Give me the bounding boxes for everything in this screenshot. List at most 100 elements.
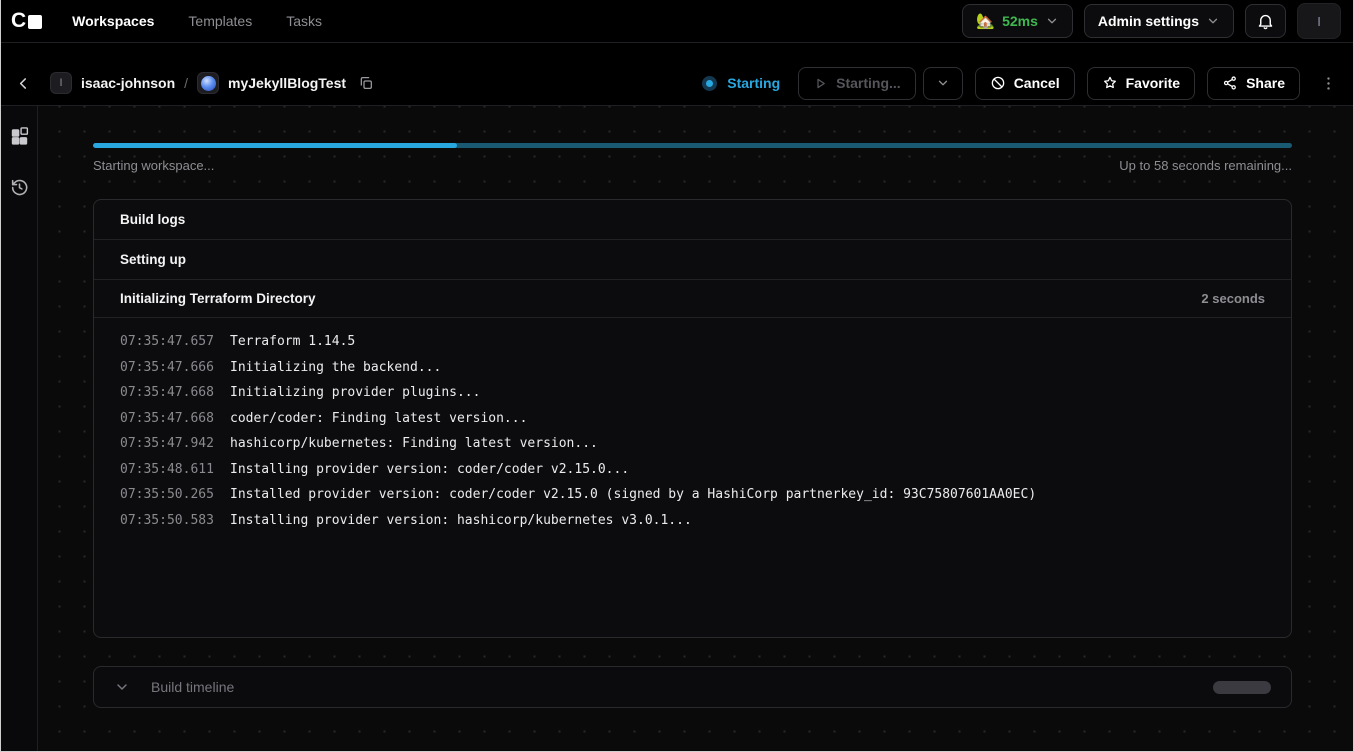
build-logs-title: Build logs xyxy=(120,212,185,227)
progress-fill xyxy=(93,143,457,148)
start-button-group: Starting... xyxy=(798,67,963,100)
log-message: hashicorp/kubernetes: Finding latest ver… xyxy=(230,431,598,457)
coder-logo-mark-icon xyxy=(28,15,42,29)
log-section-title: Initializing Terraform Directory xyxy=(120,291,316,306)
log-timestamp: 07:35:50.265 xyxy=(120,482,230,508)
log-lines: 07:35:47.657Terraform 1.14.507:35:47.666… xyxy=(94,318,1291,637)
back-button[interactable] xyxy=(11,71,36,96)
log-timestamp: 07:35:47.666 xyxy=(120,355,230,381)
workspace-sidebar xyxy=(1,106,38,751)
log-message: Terraform 1.14.5 xyxy=(230,329,355,355)
latency-region-button[interactable]: 🏡 52ms xyxy=(962,4,1073,38)
owner-avatar-initial: I xyxy=(59,77,62,89)
progress-labels: Starting workspace... Up to 58 seconds r… xyxy=(93,158,1292,173)
latency-value: 52ms xyxy=(1002,13,1038,29)
timeline-loading-skeleton xyxy=(1213,681,1271,694)
log-timestamp: 07:35:47.668 xyxy=(120,406,230,432)
user-avatar-initial: I xyxy=(1317,14,1321,29)
chevron-down-icon xyxy=(936,76,950,90)
log-line: 07:35:48.611Installing provider version:… xyxy=(120,457,1265,483)
nav-tasks[interactable]: Tasks xyxy=(286,13,322,29)
nav-workspaces[interactable]: Workspaces xyxy=(72,13,154,29)
history-clock-icon xyxy=(9,177,30,198)
log-line: 07:35:47.942hashicorp/kubernetes: Findin… xyxy=(120,431,1265,457)
build-progress-bar xyxy=(93,143,1292,148)
progress-remaining-text: Up to 58 seconds remaining... xyxy=(1119,158,1292,173)
play-icon xyxy=(813,76,828,91)
build-timeline-toggle[interactable]: Build timeline xyxy=(93,666,1292,708)
coder-app-window: C Workspaces Templates Tasks 🏡 52ms Admi… xyxy=(0,0,1354,752)
owner-avatar: I xyxy=(50,72,72,94)
build-timeline-label: Build timeline xyxy=(151,679,234,695)
topbar-right: 🏡 52ms Admin settings I xyxy=(962,3,1341,39)
build-stage-row: Setting up xyxy=(94,240,1291,280)
log-timestamp: 07:35:50.583 xyxy=(120,508,230,534)
breadcrumb-owner[interactable]: isaac-johnson xyxy=(81,75,175,91)
log-timestamp: 07:35:48.611 xyxy=(120,457,230,483)
start-button-label: Starting... xyxy=(836,75,901,91)
primary-nav: Workspaces Templates Tasks xyxy=(72,13,322,29)
log-message: Initializing the backend... xyxy=(230,355,441,381)
bell-icon xyxy=(1256,12,1275,31)
status-dot-icon xyxy=(702,76,717,91)
chevron-down-icon xyxy=(1045,14,1059,28)
cancel-button[interactable]: Cancel xyxy=(975,67,1075,100)
share-button-label: Share xyxy=(1246,75,1285,91)
share-nodes-icon xyxy=(1222,75,1238,91)
log-timestamp: 07:35:47.942 xyxy=(120,431,230,457)
workspace-header-left: I isaac-johnson / myJekyllBlogTest xyxy=(11,71,376,96)
resources-tab-button[interactable] xyxy=(7,124,32,149)
history-tab-button[interactable] xyxy=(7,175,32,200)
log-message: Installing provider version: coder/coder… xyxy=(230,457,629,483)
share-button[interactable]: Share xyxy=(1207,67,1300,100)
region-house-emoji-icon: 🏡 xyxy=(976,12,995,30)
copy-workspace-name-button[interactable] xyxy=(356,73,376,93)
log-line: 07:35:47.668Initializing provider plugin… xyxy=(120,380,1265,406)
workspace-status-badge: Starting xyxy=(702,75,780,91)
favorite-button[interactable]: Favorite xyxy=(1087,67,1195,100)
more-options-button[interactable] xyxy=(1318,71,1339,96)
notifications-button[interactable] xyxy=(1245,4,1286,38)
log-section-duration: 2 seconds xyxy=(1201,291,1265,306)
build-logs-header: Build logs xyxy=(94,200,1291,240)
progress-status-text: Starting workspace... xyxy=(93,158,214,173)
log-line: 07:35:47.666Initializing the backend... xyxy=(120,355,1265,381)
breadcrumb-separator: / xyxy=(184,75,188,91)
log-timestamp: 07:35:47.668 xyxy=(120,380,230,406)
status-label: Starting xyxy=(727,75,780,91)
favorite-button-label: Favorite xyxy=(1126,75,1180,91)
ban-icon xyxy=(990,75,1006,91)
start-button[interactable]: Starting... xyxy=(798,67,916,100)
chevron-down-icon xyxy=(1206,14,1220,28)
chevron-left-icon xyxy=(15,75,32,92)
log-line: 07:35:50.583Installing provider version:… xyxy=(120,508,1265,534)
coder-logo[interactable]: C xyxy=(11,9,42,33)
chevron-down-icon xyxy=(114,679,130,695)
top-navbar: C Workspaces Templates Tasks 🏡 52ms Admi… xyxy=(1,0,1353,43)
blocks-grid-icon xyxy=(9,126,30,147)
admin-settings-button[interactable]: Admin settings xyxy=(1084,4,1234,38)
build-stage-label: Setting up xyxy=(120,252,186,267)
user-avatar-button[interactable]: I xyxy=(1297,3,1341,39)
start-options-button[interactable] xyxy=(923,67,963,100)
build-logs-panel: Build logs Setting up Initializing Terra… xyxy=(93,199,1292,638)
log-line: 07:35:47.668coder/coder: Finding latest … xyxy=(120,406,1265,432)
log-line: 07:35:50.265Installed provider version: … xyxy=(120,482,1265,508)
workspace-header-bar: I isaac-johnson / myJekyllBlogTest Start… xyxy=(1,43,1353,106)
nav-templates[interactable]: Templates xyxy=(188,13,252,29)
log-message: Installed provider version: coder/coder … xyxy=(230,482,1036,508)
log-message: Initializing provider plugins... xyxy=(230,380,480,406)
coder-logo-text: C xyxy=(11,9,25,33)
log-message: Installing provider version: hashicorp/k… xyxy=(230,508,692,534)
topbar-left: C Workspaces Templates Tasks xyxy=(11,9,322,33)
main-area: Starting workspace... Up to 58 seconds r… xyxy=(1,106,1353,751)
log-section-row: Initializing Terraform Directory 2 secon… xyxy=(94,280,1291,318)
template-avatar xyxy=(197,72,219,94)
star-icon xyxy=(1102,75,1118,91)
workspace-actions: Starting Starting... Cancel Favorite xyxy=(702,67,1339,100)
workspace-content: Starting workspace... Up to 58 seconds r… xyxy=(38,106,1353,751)
kebab-menu-icon xyxy=(1320,75,1337,92)
log-message: coder/coder: Finding latest version... xyxy=(230,406,527,432)
template-avatar-icon xyxy=(201,76,216,91)
breadcrumb: I isaac-johnson / myJekyllBlogTest xyxy=(50,72,376,94)
